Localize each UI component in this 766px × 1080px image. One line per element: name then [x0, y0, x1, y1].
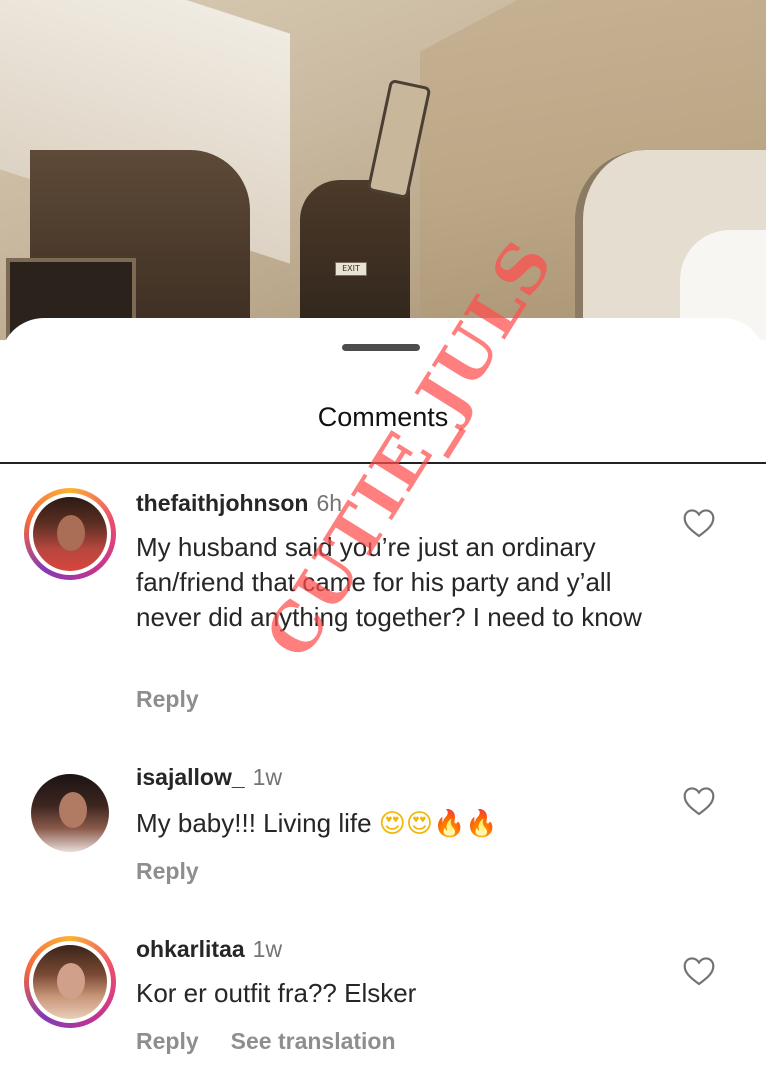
see-translation-button[interactable]: See translation	[231, 1028, 396, 1054]
avatar-story-ring[interactable]	[24, 488, 116, 580]
sheet-drag-handle[interactable]	[342, 344, 420, 351]
sheet-title: Comments	[317, 402, 449, 432]
cabin-door	[300, 180, 410, 340]
reply-button[interactable]: Reply	[136, 1028, 199, 1054]
avatar[interactable]	[31, 774, 109, 852]
divider	[0, 462, 766, 464]
comment-username[interactable]: ohkarlitaa 1w	[136, 936, 282, 963]
like-heart-icon[interactable]	[682, 786, 716, 816]
comment-time: 1w	[252, 764, 283, 790]
exit-sign: EXIT	[335, 262, 367, 276]
heart-eyes-emoji: 😍	[378, 809, 406, 839]
comment-text: Kor er outfit fra?? Elsker	[136, 978, 417, 1008]
heart-eyes-emoji: 😍	[405, 809, 434, 839]
avatar-story-ring[interactable]	[24, 936, 116, 1028]
comment-username[interactable]: isajallow_ 1w	[136, 764, 282, 791]
avatar	[33, 945, 107, 1019]
reply-button[interactable]: Reply	[136, 686, 199, 712]
comment-text: My baby!!! Living life 😍😍🔥🔥	[136, 808, 498, 839]
comment-time: 1w	[252, 936, 283, 962]
avatar	[33, 497, 107, 571]
comment-time: 6h	[316, 490, 343, 516]
comment-actions: Reply	[136, 686, 231, 713]
comment-actions: Reply See translation	[136, 1028, 428, 1055]
comment-actions: Reply	[136, 858, 231, 885]
reply-button[interactable]: Reply	[136, 858, 199, 884]
comment-username[interactable]: thefaithjohnson 6h	[136, 490, 342, 517]
like-heart-icon[interactable]	[682, 508, 716, 538]
comment-text: My husband said you’re just an ordinary …	[136, 532, 642, 632]
post-photo: EXIT	[0, 0, 766, 340]
fire-emoji: 🔥	[465, 809, 498, 839]
comments-sheet: Comments thefaithjohnson 6h My husband sa…	[0, 318, 766, 1080]
fire-emoji: 🔥	[433, 809, 466, 839]
like-heart-icon[interactable]	[682, 956, 716, 986]
